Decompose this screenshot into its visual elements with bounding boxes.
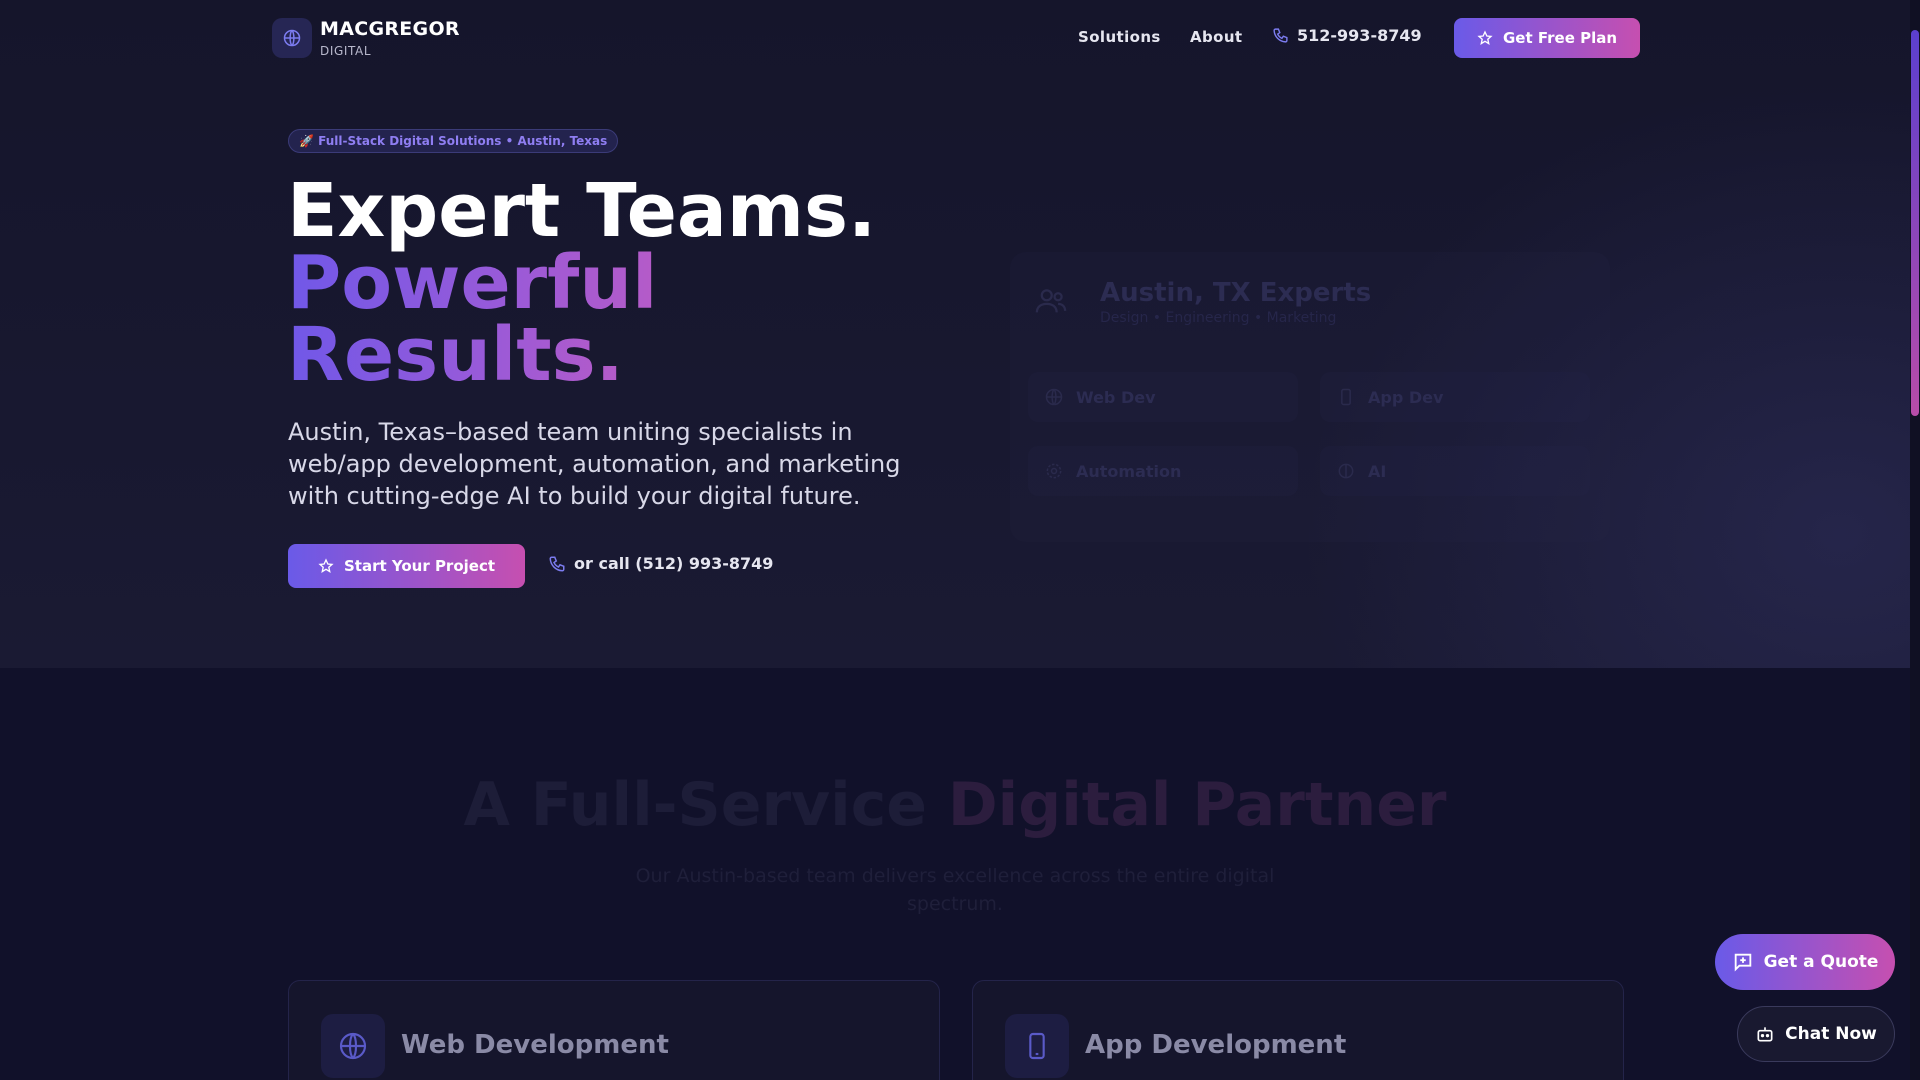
experts-panel-title: Austin, TX Experts — [1100, 278, 1372, 308]
headline-line-2: Powerful — [287, 240, 658, 326]
nav-about[interactable]: About — [1190, 28, 1243, 46]
message-plus-icon — [1734, 953, 1751, 972]
hero-call-label: or call (512) 993-8749 — [574, 554, 774, 573]
headline-line-1: Expert Teams. — [287, 168, 877, 254]
panel-item-automation: Automation — [1028, 446, 1298, 496]
headline-line-3: Results. — [287, 312, 624, 398]
services-title: A Full-Service Digital Partner — [0, 770, 1910, 840]
scrollbar-thumb[interactable] — [1911, 30, 1919, 416]
service-title-app: App Development — [1085, 1030, 1347, 1060]
hero-badge: 🚀 Full-Stack Digital Solutions • Austin,… — [288, 129, 619, 153]
users-icon — [1034, 284, 1068, 322]
globe-icon — [283, 29, 301, 47]
services-title-part2: Digital Partner — [947, 770, 1447, 840]
chat-now-label: Chat Now — [1785, 1024, 1877, 1044]
phone-icon — [1273, 28, 1288, 43]
panel-item-web-dev: Web Dev — [1028, 372, 1298, 422]
globe-icon — [339, 1032, 367, 1060]
panel-item-label: Web Dev — [1076, 387, 1156, 407]
gear-icon — [1046, 463, 1062, 479]
brand-name[interactable]: MACGREGOR — [320, 18, 460, 40]
header-phone-link[interactable]: 512-993-8749 — [1272, 26, 1422, 45]
logo-mark[interactable] — [272, 18, 312, 58]
nav-solutions[interactable]: Solutions — [1078, 28, 1161, 46]
globe-icon — [1045, 388, 1063, 406]
chat-now-button[interactable]: Chat Now — [1737, 1006, 1895, 1062]
services-title-part1: A Full-Service — [463, 770, 948, 840]
panel-item-ai: AI — [1320, 446, 1590, 496]
get-free-plan-label: Get Free Plan — [1502, 29, 1618, 47]
scrollbar-track[interactable] — [1910, 0, 1920, 1080]
phone-icon — [1029, 1032, 1045, 1060]
get-quote-button[interactable]: Get a Quote — [1715, 934, 1895, 990]
hero-lead: Austin, Texas–based team uniting special… — [288, 418, 901, 510]
brain-icon — [1338, 463, 1354, 479]
hero-call-link[interactable]: or call (512) 993-8749 — [548, 554, 773, 573]
bot-icon — [1757, 1027, 1773, 1042]
panel-item-label: Automation — [1076, 461, 1182, 481]
experts-panel-subtitle: Design • Engineering • Marketing — [1100, 310, 1337, 326]
get-quote-label: Get a Quote — [1763, 952, 1879, 972]
service-title-web: Web Development — [401, 1030, 669, 1060]
service-icon-app — [1005, 1014, 1069, 1078]
panel-item-label: App Dev — [1368, 387, 1444, 407]
brand-subtitle: DIGITAL — [320, 44, 372, 58]
star-icon — [1477, 30, 1493, 45]
service-icon-web — [321, 1014, 385, 1078]
start-project-button[interactable]: Start Your Project — [288, 544, 525, 588]
header-phone-number: 512-993-8749 — [1297, 26, 1422, 45]
phone-icon — [549, 556, 565, 572]
panel-item-app-dev: App Dev — [1320, 372, 1590, 422]
get-free-plan-button[interactable]: Get Free Plan — [1454, 18, 1640, 58]
start-project-label: Start Your Project — [343, 557, 496, 575]
panel-item-label: AI — [1368, 461, 1387, 481]
services-subtitle: Our Austin-based team delivers excellenc… — [635, 865, 1275, 915]
phone-icon — [1341, 388, 1351, 406]
star-icon — [318, 558, 334, 573]
